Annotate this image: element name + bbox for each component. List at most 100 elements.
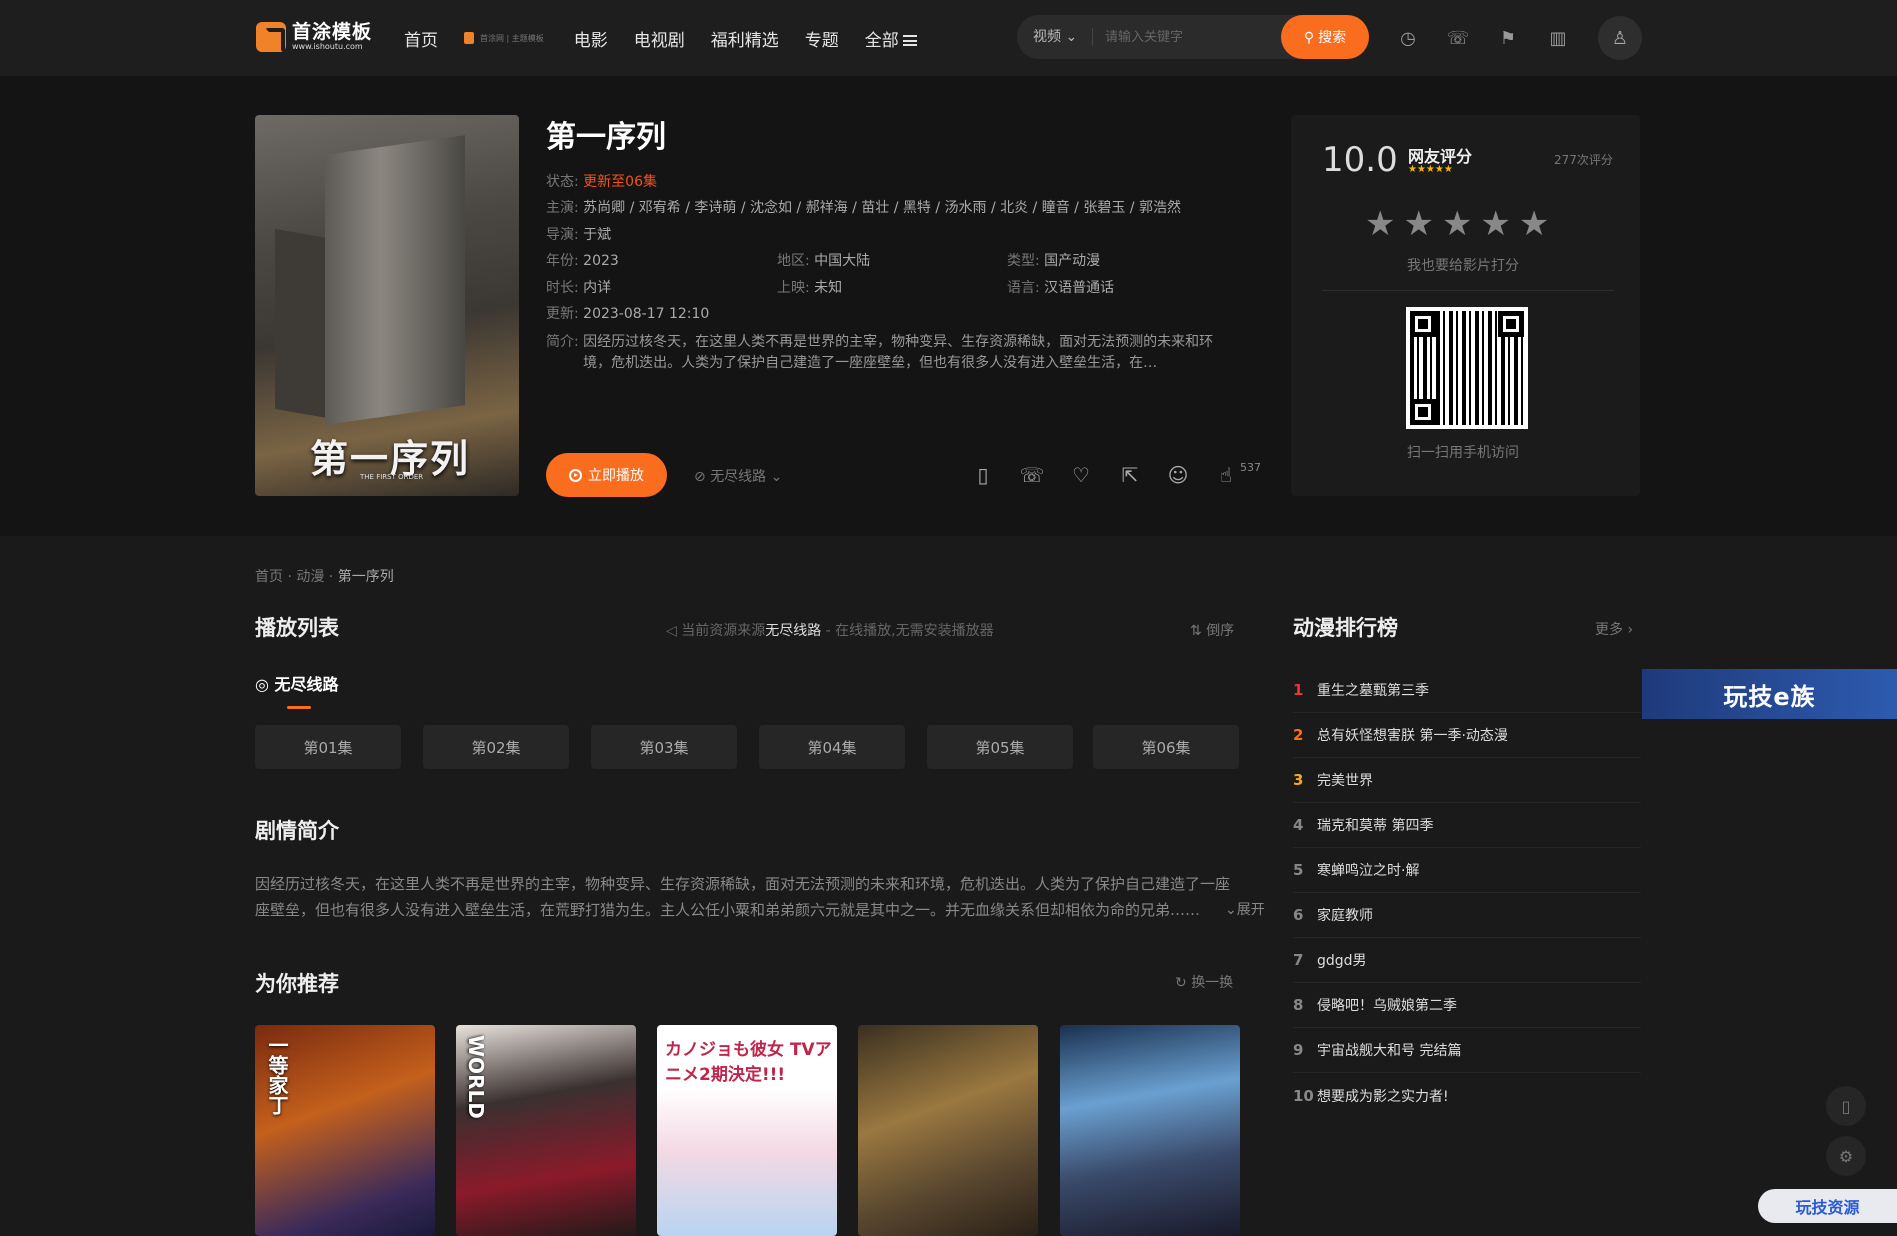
language-row: 语言: 汉语普通话 (1007, 279, 1114, 297)
synopsis-title: 剧情简介 (255, 819, 339, 843)
nav-all[interactable]: 全部 (865, 26, 917, 51)
ranking-item[interactable]: 10 想要成为影之实力者! (1293, 1073, 1641, 1118)
rank-name: 瑞克和莫蒂 第四季 (1317, 818, 1434, 834)
search-button[interactable]: ⚲ 搜索 (1281, 15, 1369, 59)
recommend-card[interactable] (858, 1025, 1038, 1236)
nav-all-label: 全部 (864, 30, 899, 51)
genre-value[interactable]: 国产动漫 (1044, 253, 1100, 269)
poster-image[interactable]: 第一序列 THE FIRST ORDER (255, 115, 519, 496)
tab-line-source[interactable]: ◎ 无尽线路 (255, 671, 339, 695)
rank-number: 4 (1293, 816, 1304, 834)
divider (1322, 290, 1614, 291)
mobile-float-icon[interactable]: ▯ (1826, 1086, 1866, 1126)
year-key: 年份: (546, 253, 579, 269)
history-icon[interactable]: ◷ (1396, 26, 1420, 50)
intro-key: 简介: (546, 334, 579, 350)
expand-label: 展开 (1236, 902, 1265, 918)
wechat-share-icon[interactable]: ☏ (1019, 462, 1045, 488)
settings-float-icon[interactable]: ⚙ (1826, 1136, 1866, 1176)
refresh-icon: ↻ (1175, 975, 1187, 991)
ranking-item[interactable]: 3 完美世界 (1293, 758, 1641, 803)
play-now-button[interactable]: 立即播放 (546, 453, 667, 497)
favorite-icon[interactable]: ♡ (1068, 462, 1094, 488)
episode-button[interactable]: 第05集 (927, 725, 1073, 769)
wechat-icon[interactable]: ☏ (1446, 26, 1470, 50)
line-select-dropdown[interactable]: ⊘ 无尽线路 ⌄ (694, 466, 782, 486)
recommend-card[interactable]: カノジョも彼女 TVアニメ2期決定!!! (657, 1025, 837, 1236)
share-icon[interactable]: ⇱ (1117, 462, 1143, 488)
qr-code-image (1410, 311, 1524, 425)
ranking-item[interactable]: 5 寒蝉鸣泣之时·解 (1293, 848, 1641, 893)
nav-home[interactable]: 首页 (404, 26, 438, 51)
user-avatar-icon[interactable]: ♙ (1598, 16, 1642, 60)
intro-row: 简介: 因经历过核冬天，在这里人类不再是世界的主宰，物种变异、生存资源稀缺，面对… (546, 332, 1236, 374)
recommend-card[interactable]: 一等家丁 (255, 1025, 435, 1236)
ranking-item[interactable]: 7 gdgd男 (1293, 938, 1641, 983)
tab-active-indicator (287, 706, 311, 709)
nav-movie[interactable]: 电影 (574, 26, 608, 51)
play-button-label: 立即播放 (588, 468, 644, 484)
ranking-icon[interactable]: ▥ (1546, 26, 1570, 50)
refresh-label: 换一换 (1191, 975, 1234, 991)
bookmark-icon[interactable]: ⚑ (1496, 26, 1520, 50)
like-icon[interactable]: ☝ (1213, 462, 1239, 488)
episode-button[interactable]: 第02集 (423, 725, 569, 769)
synopsis-text: 因经历过核冬天，在这里人类不再是世界的主宰，物种变异、生存资源稀缺，面对无法预测… (255, 875, 1231, 919)
year-value[interactable]: 2023 (583, 253, 619, 269)
region-value[interactable]: 中国大陆 (814, 253, 870, 269)
refresh-button[interactable]: ↻ 换一换 (1175, 972, 1233, 992)
recommend-card[interactable] (1060, 1025, 1240, 1236)
rank-number: 5 (1293, 861, 1304, 879)
duration-key: 时长: (546, 280, 579, 296)
ranking-item[interactable]: 8 侵略吧！乌贼娘第二季 (1293, 983, 1641, 1028)
director-row: 导演: 于斌 (546, 226, 611, 244)
intro-value: 因经历过核冬天，在这里人类不再是世界的主宰，物种变异、生存资源稀缺，面对无法预测… (583, 334, 1214, 371)
logo-url: www.ishoutu.com (292, 42, 363, 51)
playlist-title: 播放列表 (255, 616, 339, 640)
language-value: 汉语普通话 (1044, 280, 1115, 296)
main-nav: 首页 首涂网 | 主题模板 电影 电视剧 福利精选 专题 全部 (404, 22, 943, 54)
episode-button[interactable]: 第06集 (1093, 725, 1239, 769)
qr-finder (1410, 399, 1436, 425)
source-suffix: - 在线播放,无需安装播放器 (821, 623, 994, 639)
nav-badge-text: 首涂网 | 主题模板 (480, 33, 544, 43)
poster-subtitle: THE FIRST ORDER (360, 473, 424, 481)
nav-welfare[interactable]: 福利精选 (711, 26, 779, 51)
comment-icon[interactable]: ☺ (1165, 462, 1191, 488)
compass-icon: ⊘ (694, 469, 706, 485)
ranking-item[interactable]: 4 瑞克和莫蒂 第四季 (1293, 803, 1641, 848)
qr-hint: 扫一扫用手机访问 (1407, 445, 1519, 461)
episode-button[interactable]: 第03集 (591, 725, 737, 769)
ranking-item[interactable]: 6 家庭教师 (1293, 893, 1641, 938)
episode-button[interactable]: 第04集 (759, 725, 905, 769)
ranking-item[interactable]: 2 总有妖怪想害朕 第一季·动态漫 (1293, 713, 1641, 758)
director-value[interactable]: 于斌 (583, 227, 611, 243)
more-link[interactable]: 更多 › (1595, 619, 1633, 639)
ranking-item[interactable]: 1 重生之墓甄第三季 (1293, 668, 1641, 713)
recommend-card[interactable]: WORLD (456, 1025, 636, 1236)
cast-value[interactable]: 苏尚卿 / 邓宥希 / 李诗萌 / 沈念如 / 郝祥海 / 苗壮 / 黑特 / … (583, 200, 1181, 216)
breadcrumb-home[interactable]: 首页 (255, 569, 283, 585)
episode-button[interactable]: 第01集 (255, 725, 401, 769)
mobile-icon[interactable]: ▯ (970, 462, 996, 488)
region-key: 地区: (777, 253, 810, 269)
nav-tv[interactable]: 电视剧 (634, 26, 685, 51)
search-icon: ⚲ (1303, 28, 1315, 45)
reverse-order-button[interactable]: ⇅ 倒序 (1190, 620, 1234, 640)
rate-stars-input[interactable]: ★★★★★ (1365, 204, 1557, 244)
expand-button[interactable]: ⌄展开 (1195, 899, 1265, 919)
qr-code (1406, 307, 1528, 429)
ad-pill[interactable]: 玩技资源 (1758, 1189, 1897, 1223)
site-logo[interactable]: 首涂模板 www.ishoutu.com (256, 20, 372, 54)
rate-hint: 我也要给影片打分 (1407, 258, 1519, 274)
more-label: 更多 (1595, 622, 1623, 638)
search-type-label: 视频 (1033, 29, 1061, 45)
ad-banner[interactable]: 玩技e族 (1642, 669, 1897, 719)
ranking-item[interactable]: 9 宇宙战舰大和号 完结篇 (1293, 1028, 1641, 1073)
nav-topic[interactable]: 专题 (805, 26, 839, 51)
nav-badge[interactable]: 首涂网 | 主题模板 (464, 32, 544, 44)
status-key: 状态: (546, 174, 579, 190)
rank-number: 2 (1293, 726, 1304, 744)
breadcrumb-category[interactable]: 动漫 (296, 569, 324, 585)
search-type-select[interactable]: 视频 ⌄ (1017, 28, 1093, 46)
